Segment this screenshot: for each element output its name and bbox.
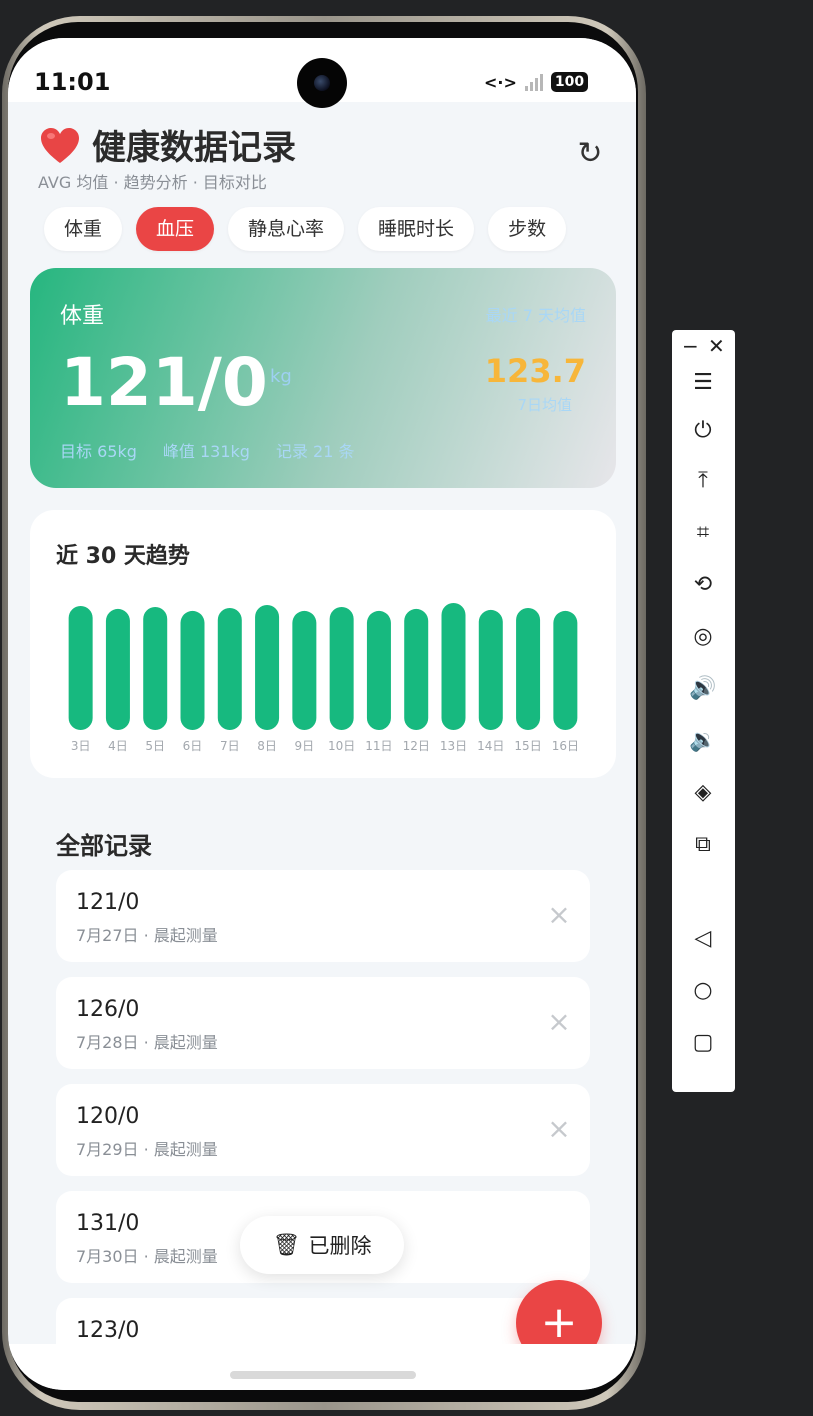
chart-bar	[68, 605, 93, 730]
records-list: 121/0 7月27日 · 晨起测量 × 126/0 7月28日 · 晨起测量 …	[56, 870, 590, 1390]
summary-card: 体重 最近 7 天均值 121/0 kg 123.7 7日均值 目标 65kg …	[30, 268, 616, 488]
shake-icon[interactable]: ◈	[686, 776, 720, 810]
record-value: 126/0	[76, 997, 140, 1022]
target-text: 目标 65kg	[60, 442, 137, 461]
home-indicator[interactable]	[230, 1371, 416, 1379]
record-meta: 7月27日 · 晨起测量	[76, 926, 218, 945]
record-value: 131/0	[76, 1211, 140, 1236]
record-meta: 7月30日 · 晨起测量	[76, 1247, 218, 1266]
summary-unit: kg	[270, 366, 292, 387]
chart-x-tick-label: 4日	[108, 739, 128, 753]
records-section-title: 全部记录	[56, 832, 152, 860]
record-meta: 7月28日 · 晨起测量	[76, 1033, 218, 1052]
menu-icon[interactable]: ☰	[686, 366, 720, 400]
heart-icon	[41, 128, 79, 163]
close-icon[interactable]: ×	[546, 1115, 572, 1143]
chart-bar	[143, 606, 168, 730]
toast-label: 已删除	[308, 1234, 372, 1258]
record-item[interactable]: 120/0 7月29日 · 晨起测量 ×	[56, 1084, 590, 1176]
chart-bar	[329, 606, 354, 730]
deleted-toast: 🗑 已删除	[240, 1216, 404, 1274]
volume-up-icon[interactable]: 🔊	[686, 672, 720, 706]
status-bar: 11:01 <·> 100	[8, 38, 636, 108]
battery-icon: 100	[550, 72, 589, 92]
chart-bar	[105, 608, 130, 730]
chart-x-tick-label: 3日	[71, 739, 91, 753]
summary-footer: 目标 65kg 峰值 131kg 记录 21 条	[60, 438, 354, 462]
chart-x-tick-label: 14日	[477, 739, 504, 753]
nfc-icon: <·>	[484, 72, 517, 92]
trend-bar-chart: 3日 4日 5日 6日 7日 8日 9日 10日 11日 12日 13日 14日 15日 16日	[68, 602, 579, 753]
chart-x-tick-label: 13日	[440, 739, 467, 753]
tab-blood-pressure[interactable]: 血压	[136, 207, 215, 251]
chart-x-tick-label: 10日	[328, 739, 355, 753]
chart-bar	[516, 607, 541, 730]
tab-weight[interactable]: 体重	[44, 207, 123, 251]
chart-x-tick-label: 9日	[295, 739, 315, 753]
status-icons: <·> 100	[484, 70, 589, 94]
page-subtitle: AVG 均值 · 趋势分析 · 目标对比	[38, 173, 267, 192]
power-icon[interactable]: ⏻	[686, 414, 720, 448]
record-value: 123/0	[76, 1318, 140, 1343]
bottom-gesture-area	[8, 1344, 636, 1390]
status-time: 11:01	[34, 68, 111, 96]
chart-bar	[441, 602, 466, 730]
close-icon[interactable]: ×	[546, 901, 572, 929]
chart-bar	[255, 604, 280, 730]
app-header: 健康数据记录 AVG 均值 · 趋势分析 · 目标对比 ↻	[8, 102, 636, 202]
tab-sleep-duration[interactable]: 睡眠时长	[358, 207, 475, 251]
camera-cutout	[297, 58, 347, 108]
signal-icon	[524, 73, 543, 91]
chart-x-tick-label: 12日	[403, 739, 430, 753]
chart-bar	[404, 608, 429, 730]
app-screen: 11:01 <·> 100 健康数据记录 AVG 均值 · 趋势分析 · 目标对…	[8, 38, 636, 1390]
average-label: 7日均值	[517, 396, 572, 414]
record-value: 120/0	[76, 1104, 140, 1129]
back-icon[interactable]: ◁	[686, 922, 720, 956]
emulator-side-toolbar: − ✕ ☰ ⏻ ⤒ ⌗ ⟲ ◎ 🔊 🔉 ◈ ⧉ ◁ ○ ▢	[672, 330, 735, 1092]
pin-top-icon[interactable]: ⤒	[686, 464, 720, 498]
summary-period: 最近 7 天均值	[485, 306, 586, 325]
category-tabs: 体重 血压 静息心率 睡眠时长 步数	[44, 207, 567, 251]
record-meta: 7月29日 · 晨起测量	[76, 1140, 218, 1159]
trend-card: 近 30 天趋势 3日 4日 5日 6日 7日 8日 9日 10日 11日 12日 13日 14日 15…	[30, 510, 616, 778]
minimize-icon[interactable]: −	[682, 334, 699, 358]
chart-x-tick-label: 8日	[257, 739, 277, 753]
summary-title: 体重	[60, 304, 105, 329]
peak-text: 峰值 131kg	[162, 442, 250, 461]
page-title: 健康数据记录	[92, 128, 296, 168]
screenshot-icon[interactable]: ◎	[686, 620, 720, 654]
chart-bar	[478, 609, 503, 730]
chart-x-tick-label: 6日	[183, 739, 203, 753]
record-value: 121/0	[76, 890, 140, 915]
devices-icon[interactable]: ⧉	[686, 828, 720, 862]
chart-bar	[553, 610, 578, 730]
chart-x-tick-label: 15日	[514, 739, 541, 753]
volume-down-icon[interactable]: 🔉	[686, 724, 720, 758]
rotate-icon[interactable]: ⟲	[686, 568, 720, 602]
crop-icon[interactable]: ⌗	[686, 516, 720, 550]
chart-x-tick-label: 7日	[220, 739, 240, 753]
chart-bar	[292, 610, 317, 730]
close-icon[interactable]: ×	[546, 1008, 572, 1036]
trash-icon: 🗑	[272, 1232, 301, 1258]
close-icon[interactable]: ✕	[708, 334, 725, 358]
recents-icon[interactable]: ▢	[686, 1026, 720, 1060]
record-item[interactable]: 126/0 7月28日 · 晨起测量 ×	[56, 977, 590, 1069]
chart-bar	[180, 610, 205, 730]
chart-x-tick-label: 16日	[552, 739, 579, 753]
chart-bar	[366, 610, 391, 730]
tab-steps[interactable]: 步数	[488, 207, 567, 251]
average-value: 123.7	[484, 352, 586, 390]
tab-resting-heart-rate[interactable]: 静息心率	[228, 207, 345, 251]
chart-x-tick-label: 11日	[365, 739, 392, 753]
summary-value: 121/0	[60, 344, 268, 421]
chart-x-tick-label: 5日	[145, 739, 165, 753]
refresh-icon[interactable]: ↻	[574, 138, 606, 170]
chart-bar	[217, 607, 242, 730]
record-count-text: 记录 21 条	[275, 442, 355, 461]
home-icon[interactable]: ○	[686, 974, 720, 1008]
record-item[interactable]: 121/0 7月27日 · 晨起测量 ×	[56, 870, 590, 962]
